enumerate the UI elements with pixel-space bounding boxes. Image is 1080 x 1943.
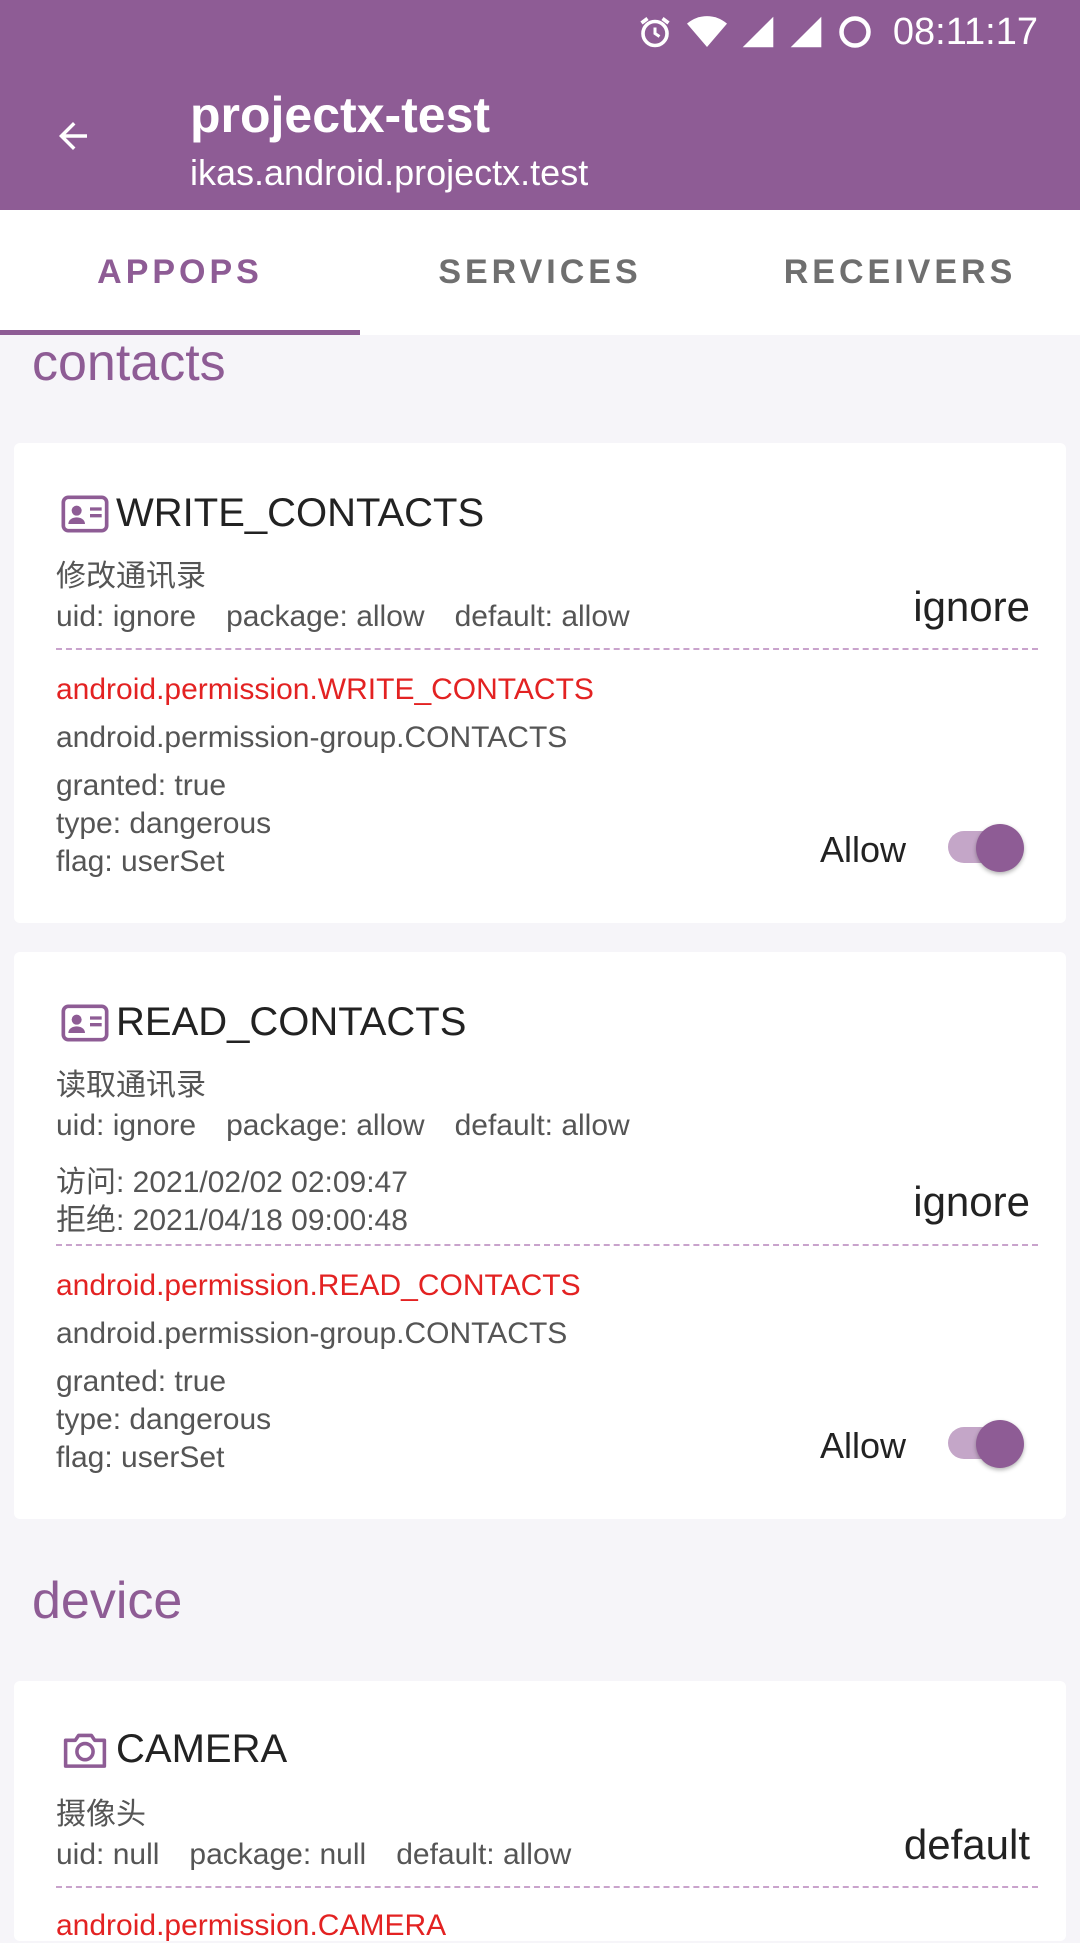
switch-label: Allow <box>819 1425 906 1466</box>
current-mode[interactable]: default <box>904 1821 1030 1869</box>
package-mode: package: null <box>189 1838 367 1871</box>
allow-toggle[interactable] <box>940 1414 1024 1470</box>
app-bar: 08:11:17 projectx-test ikas.android.proj… <box>0 0 1080 210</box>
camera-icon <box>63 1733 107 1768</box>
permission-group: android.permission-group.CONTACTS <box>56 1317 568 1350</box>
allow-toggle[interactable] <box>940 818 1024 874</box>
switch-label: Allow <box>819 829 906 870</box>
permission-name: READ_CONTACTS <box>116 1000 467 1044</box>
permission-flag: flag: userSet <box>56 1441 225 1474</box>
default-mode: default: allow <box>454 1109 630 1142</box>
clock: 08:11:17 <box>892 10 1038 53</box>
granted-status: granted: true <box>56 1365 227 1398</box>
mode-meta-row: uid: ignore package: allow default: allo… <box>56 1109 630 1143</box>
permission-header: CAMERA <box>60 1727 287 1772</box>
tab-services[interactable]: SERVICES <box>360 210 720 335</box>
permission-card-write-contacts[interactable]: WRITE_CONTACTS 修改通讯录 uid: ignore package… <box>14 443 1066 923</box>
divider <box>56 1886 1038 1888</box>
current-mode[interactable]: ignore <box>913 583 1030 631</box>
cell-signal-2-icon <box>790 16 822 48</box>
status-bar: 08:11:17 <box>637 10 1038 54</box>
package-mode: package: allow <box>226 1109 425 1142</box>
tab-receivers[interactable]: RECEIVERS <box>720 210 1080 335</box>
permission-id: android.permission.WRITE_CONTACTS <box>56 673 594 706</box>
arrow-back-icon <box>59 122 87 150</box>
divider <box>56 1244 1038 1246</box>
permission-description: 读取通讯录 <box>56 1069 206 1102</box>
permission-group: android.permission-group.CONTACTS <box>56 721 568 754</box>
contact-card-icon <box>61 1004 109 1041</box>
toggle-thumb <box>976 824 1024 872</box>
tab-appops[interactable]: APPOPS <box>0 210 360 335</box>
default-mode: default: allow <box>454 600 630 633</box>
uid-mode: uid: null <box>56 1838 160 1871</box>
permission-type: type: dangerous <box>56 807 272 840</box>
app-title: projectx-test <box>190 87 491 143</box>
app-package-name: ikas.android.projectx.test <box>190 152 589 193</box>
package-mode: package: allow <box>226 600 425 633</box>
alarm-icon <box>640 17 670 48</box>
granted-status: granted: true <box>56 769 227 802</box>
wifi-icon <box>686 16 727 47</box>
sync-circle-icon <box>839 16 871 48</box>
permission-header: WRITE_CONTACTS <box>60 491 484 536</box>
mode-meta-row: uid: null package: null default: allow <box>56 1838 571 1872</box>
permission-flag: flag: userSet <box>56 845 225 878</box>
mode-meta-row: uid: ignore package: allow default: allo… <box>56 600 630 634</box>
permission-name: WRITE_CONTACTS <box>116 491 485 535</box>
uid-mode: uid: ignore <box>56 600 197 633</box>
permission-id: android.permission.READ_CONTACTS <box>56 1269 581 1302</box>
default-mode: default: allow <box>396 1838 572 1871</box>
permission-description: 修改通讯录 <box>56 560 206 593</box>
permission-header: READ_CONTACTS <box>60 1000 466 1045</box>
contact-card-icon <box>61 495 109 532</box>
last-reject-time: 拒绝: 2021/04/18 09:00:48 <box>56 1204 408 1237</box>
divider <box>56 648 1038 650</box>
tab-bar: APPOPS SERVICES RECEIVERS <box>0 210 1080 335</box>
permission-card-read-contacts[interactable]: READ_CONTACTS 读取通讯录 uid: ignore package:… <box>14 952 1066 1519</box>
toggle-thumb <box>976 1420 1024 1468</box>
permission-id: android.permission.CAMERA <box>56 1909 447 1942</box>
permission-description: 摄像头 <box>56 1798 146 1831</box>
permission-name: CAMERA <box>116 1727 288 1771</box>
section-title-device: device <box>32 1572 183 1630</box>
cell-signal-icon <box>742 16 774 48</box>
current-mode[interactable]: ignore <box>913 1178 1030 1226</box>
back-button[interactable] <box>40 108 106 164</box>
uid-mode: uid: ignore <box>56 1109 197 1142</box>
permission-card-camera[interactable]: CAMERA 摄像头 uid: null package: null defau… <box>14 1681 1066 1942</box>
permission-type: type: dangerous <box>56 1403 272 1436</box>
section-title-contacts: contacts <box>32 334 226 392</box>
